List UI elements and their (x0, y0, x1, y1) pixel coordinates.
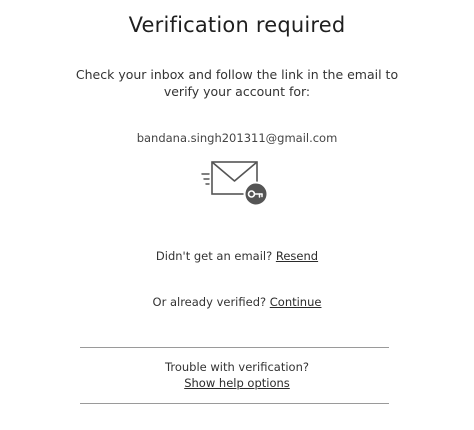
continue-row: Or already verified? Continue (0, 295, 474, 309)
continue-link[interactable]: Continue (270, 295, 322, 309)
account-email: bandana.singh201311@gmail.com (136, 131, 338, 145)
help-section: Trouble with verification? Show help opt… (0, 360, 474, 391)
divider-top (80, 347, 389, 348)
page-title: Verification required (128, 13, 346, 37)
continue-prompt: Or already verified? (152, 295, 270, 309)
divider-bottom (80, 403, 389, 404)
resend-row: Didn't get an email? Resend (0, 249, 474, 263)
envelope-with-key-icon (201, 161, 269, 207)
envelope-illustration (200, 156, 272, 210)
instructions-text: Check your inbox and follow the link in … (75, 67, 399, 99)
show-help-options-link[interactable]: Show help options (184, 376, 290, 391)
help-prompt: Trouble with verification? (165, 360, 309, 374)
resend-prompt: Didn't get an email? (155, 249, 276, 263)
resend-link[interactable]: Resend (276, 249, 318, 263)
